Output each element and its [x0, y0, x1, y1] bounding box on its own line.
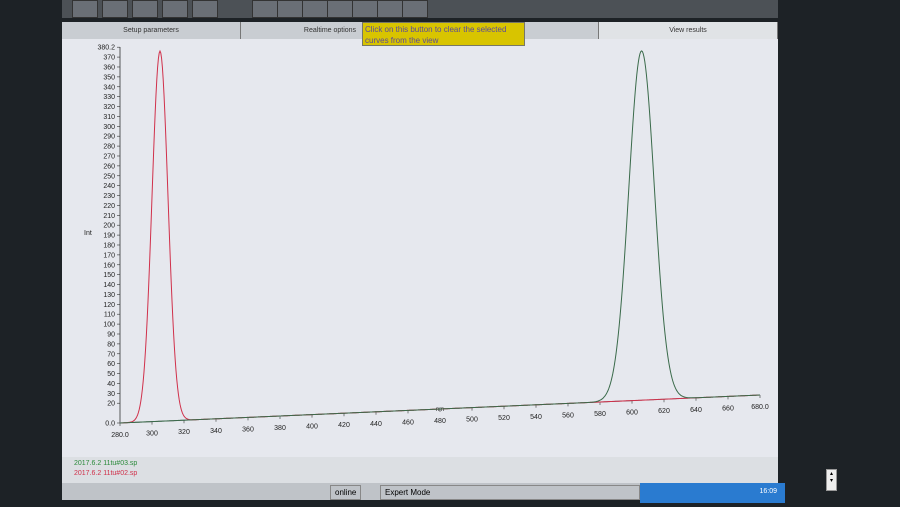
y-tick-label: 180 — [103, 242, 115, 249]
x-tick-label: 640 — [690, 407, 702, 414]
tab-setup-parameters[interactable]: Setup parameters — [62, 22, 241, 39]
toolbar-button-2[interactable] — [132, 0, 158, 18]
y-tick-label: 380.2 — [97, 45, 115, 52]
y-axis-label: Int — [84, 230, 92, 237]
y-tick-label: 60 — [107, 361, 115, 368]
y-tick-label: 360 — [103, 64, 115, 71]
series-line-0 — [120, 49, 760, 424]
toolbar-button-8[interactable] — [327, 0, 353, 18]
toolbar-button-6[interactable] — [277, 0, 303, 18]
y-tick-label: 240 — [103, 183, 115, 190]
x-tick-label: 360 — [242, 426, 254, 433]
status-bar: online Expert Mode — [62, 483, 702, 500]
taskbar: 16:09 — [640, 483, 785, 503]
x-tick-label: 520 — [498, 415, 510, 422]
y-tick-label: 260 — [103, 163, 115, 170]
y-tick-label: 330 — [103, 94, 115, 101]
y-tick-label: 250 — [103, 173, 115, 180]
clock: 16:09 — [759, 488, 777, 495]
y-tick-label: 230 — [103, 193, 115, 200]
series-line-1 — [120, 50, 760, 424]
y-tick-label: 170 — [103, 252, 115, 259]
tab-view-results[interactable]: View results — [599, 22, 778, 39]
toolbar-button-7[interactable] — [302, 0, 328, 18]
spectrum-chart: 0.0 20 30 40 50 60 70 80 90 100 110 120 130 140 150 160… — [84, 45, 769, 439]
x-tick-label: 460 — [402, 419, 414, 426]
x-tick-label: 380 — [274, 425, 286, 432]
y-tick-label: 0.0 — [105, 421, 115, 428]
x-tick-label: 500 — [466, 417, 478, 424]
x-tick-label: 560 — [562, 412, 574, 419]
tooltip-line-2: curves from the view — [365, 36, 439, 45]
toolbar-button-10[interactable] — [377, 0, 403, 18]
x-tick-label: 400 — [306, 424, 318, 431]
status-connection: online — [330, 485, 362, 500]
toolbar-button-1[interactable] — [102, 0, 128, 18]
x-axis-label: nm — [436, 407, 444, 413]
x-tick-label: 300 — [146, 431, 158, 438]
toolbar-button-11[interactable] — [402, 0, 428, 18]
y-tick-label: 110 — [104, 312, 115, 319]
toolbar-button-4[interactable] — [192, 0, 218, 18]
y-tick-label: 270 — [103, 153, 115, 160]
y-tick-label: 220 — [103, 203, 115, 210]
x-tick-label: 660 — [722, 405, 734, 412]
toolbar-button-9[interactable] — [352, 0, 378, 18]
y-tick-label: 70 — [107, 351, 115, 358]
x-tick-label: 280.0 — [111, 432, 129, 439]
x-tick-label: 680.0 — [751, 404, 769, 411]
y-tick-label: 90 — [107, 331, 115, 338]
y-tick-label: 40 — [107, 381, 115, 388]
legend-item-02[interactable]: 2017.6.2 11tu#02.sp — [74, 470, 137, 477]
y-tick-label: 350 — [103, 74, 115, 81]
tooltip: Click on this button to clear the select… — [362, 22, 525, 46]
x-tick-label: 340 — [210, 428, 222, 435]
y-tick-label: 290 — [103, 134, 115, 141]
y-tick-label: 100 — [103, 322, 115, 329]
y-tick-label: 320 — [103, 104, 115, 111]
spectrum-plot: 0.0 20 30 40 50 60 70 80 90 100 110 120 130 140 150 160… — [62, 39, 837, 491]
x-tick-label: 480 — [434, 418, 446, 425]
x-tick-label: 580 — [594, 411, 606, 418]
y-tick-label: 190 — [103, 233, 115, 240]
y-tick-label: 120 — [103, 302, 115, 309]
x-tick-label: 620 — [658, 408, 670, 415]
y-tick-label: 300 — [103, 124, 115, 131]
x-tick-label: 600 — [626, 410, 638, 417]
y-tick-label: 370 — [103, 55, 115, 62]
y-tick-label: 130 — [103, 292, 115, 299]
status-mode: Expert Mode — [380, 485, 640, 500]
x-tick-label: 540 — [530, 414, 542, 421]
y-tick-label: 200 — [103, 223, 115, 230]
legend-item-03[interactable]: 2017.6.2 11tu#03.sp — [74, 460, 137, 467]
x-tick-label: 440 — [370, 421, 382, 428]
x-tick-label: 320 — [178, 429, 190, 436]
plot-scrollbar[interactable]: ▴ ▾ — [826, 469, 837, 491]
y-tick-label: 80 — [107, 341, 115, 348]
y-tick-label: 30 — [107, 391, 115, 398]
y-tick-label: 160 — [103, 262, 115, 269]
toolbar-button-0[interactable] — [72, 0, 98, 18]
y-tick-label: 150 — [103, 272, 115, 279]
toolbar — [62, 0, 778, 18]
toolbar-button-5[interactable] — [252, 0, 278, 18]
y-tick-label: 340 — [103, 84, 115, 91]
y-tick-label: 210 — [103, 213, 115, 220]
y-tick-label: 140 — [103, 282, 115, 289]
y-tick-label: 20 — [107, 401, 115, 408]
toolbar-button-3[interactable] — [162, 0, 188, 18]
tooltip-line-1: Click on this button to clear the select… — [365, 25, 507, 34]
y-tick-label: 310 — [103, 114, 115, 121]
y-tick-label: 50 — [107, 371, 115, 378]
curve-legend: 2017.6.2 11tu#03.sp 2017.6.2 11tu#02.sp — [62, 457, 778, 483]
y-tick-label: 280 — [103, 144, 115, 151]
x-tick-label: 420 — [338, 422, 350, 429]
